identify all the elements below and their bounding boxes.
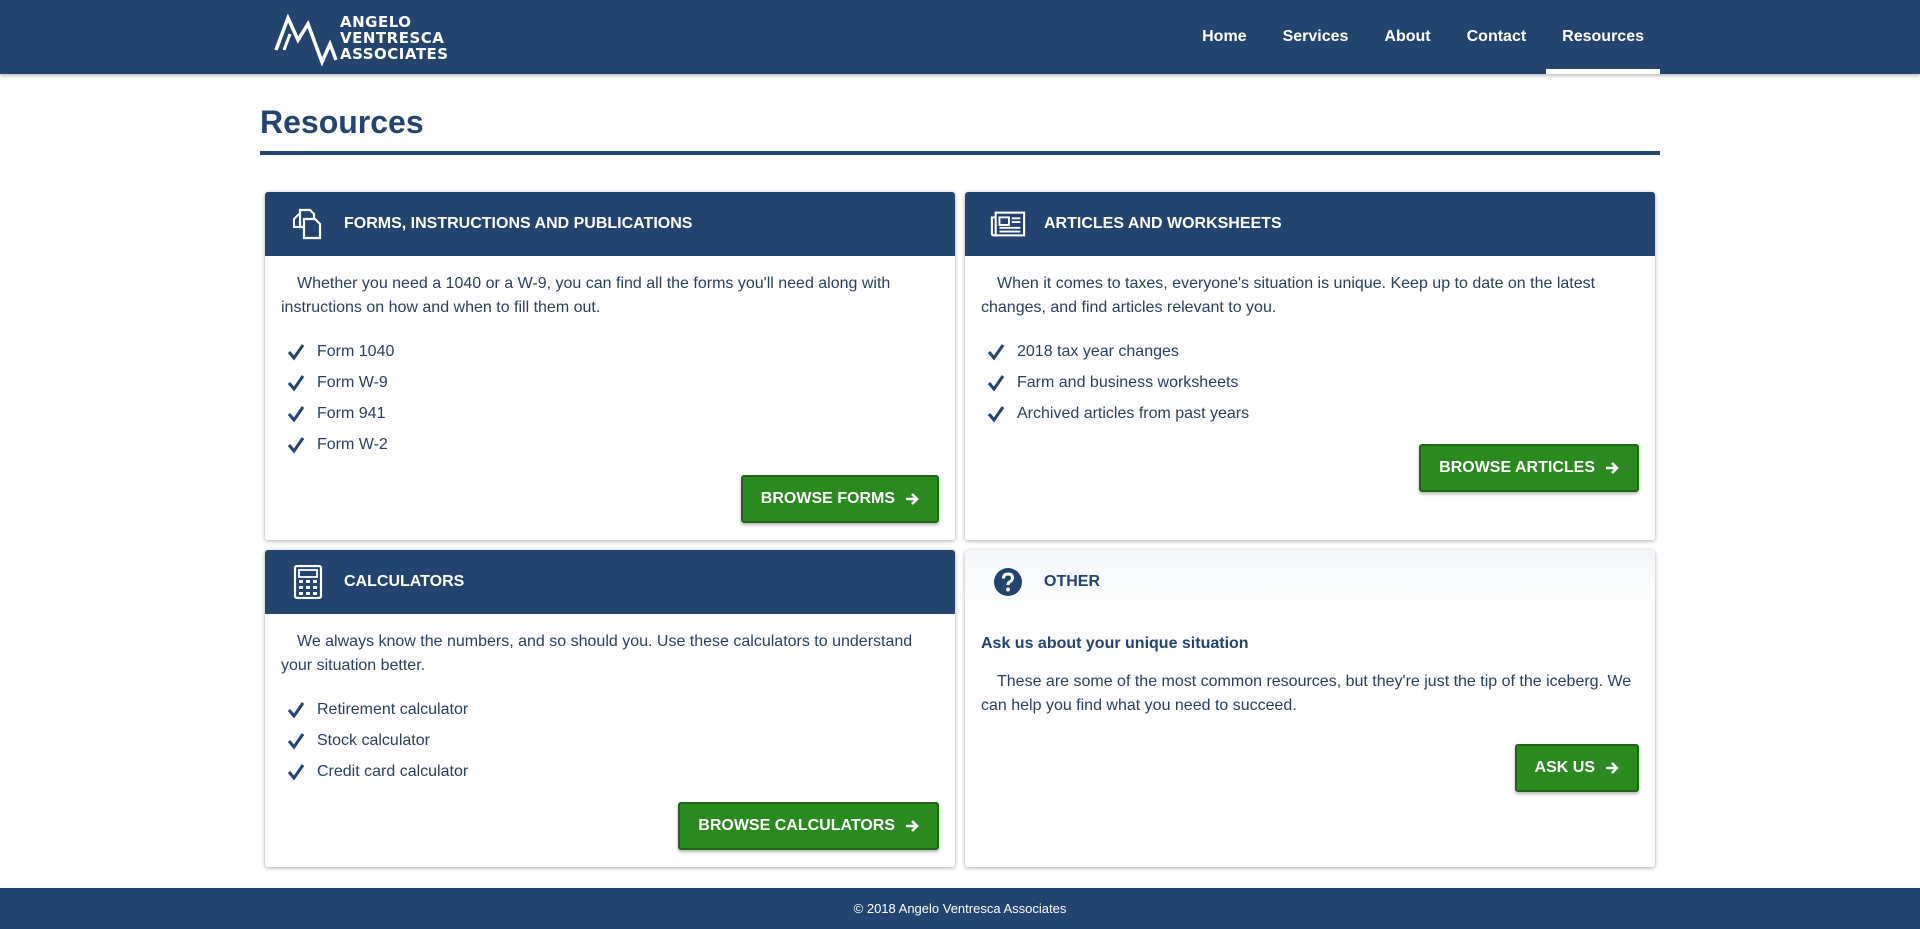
- list-item-label: Farm and business worksheets: [1017, 373, 1239, 391]
- card-other-subtitle: Ask us about your unique situation: [981, 635, 1249, 652]
- check-icon: [287, 374, 305, 391]
- list-item-label: Form 1040: [317, 342, 395, 360]
- card-articles-body: When it comes to taxes, everyone's situa…: [965, 256, 1655, 429]
- card-forms-title: FORMS, INSTRUCTIONS AND PUBLICATIONS: [344, 215, 693, 232]
- ava-mountain-logo-icon: [274, 14, 338, 66]
- card-calculators-body: We always know the numbers, and so shoul…: [265, 614, 955, 787]
- question-circle-icon: [990, 564, 1026, 600]
- card-articles-text: When it comes to taxes, everyone's situa…: [981, 275, 1596, 316]
- brand-logo[interactable]: ANGELO VENTRESCA ASSOCIATES: [274, 14, 449, 66]
- check-icon: [287, 343, 305, 360]
- arrow-right-icon: [1606, 762, 1619, 774]
- articles-list: 2018 tax year changes Farm and business …: [981, 336, 1639, 429]
- list-item[interactable]: Retirement calculator: [281, 694, 939, 725]
- list-item-label: Form 941: [317, 404, 386, 422]
- card-forms: FORMS, INSTRUCTIONS AND PUBLICATIONS Whe…: [265, 192, 955, 540]
- nav-contact[interactable]: Contact: [1451, 0, 1543, 74]
- list-item[interactable]: Form 1040: [281, 336, 939, 367]
- list-item-label: Form W-9: [317, 373, 388, 391]
- card-other: OTHER Ask us about your unique situation…: [965, 550, 1655, 867]
- nav-home[interactable]: Home: [1186, 0, 1262, 74]
- list-item[interactable]: Credit card calculator: [281, 756, 939, 787]
- ask-us-label: ASK US: [1534, 759, 1595, 776]
- list-item[interactable]: Archived articles from past years: [981, 398, 1639, 429]
- list-item[interactable]: 2018 tax year changes: [981, 336, 1639, 367]
- browse-forms-button[interactable]: BROWSE FORMS: [740, 475, 939, 523]
- check-icon: [287, 763, 305, 780]
- list-item-label: Archived articles from past years: [1017, 404, 1250, 422]
- card-articles-header: ARTICLES AND WORKSHEETS: [965, 192, 1655, 256]
- browse-calculators-button[interactable]: BROWSE CALCULATORS: [678, 802, 939, 850]
- ask-us-button[interactable]: ASK US: [1514, 744, 1639, 792]
- browse-articles-label: BROWSE ARTICLES: [1439, 459, 1595, 476]
- brand-line-3: ASSOCIATES: [340, 45, 449, 63]
- arrow-right-icon: [906, 820, 919, 832]
- list-item-label: 2018 tax year changes: [1017, 342, 1179, 360]
- card-forms-body: Whether you need a 1040 or a W-9, you ca…: [265, 256, 955, 460]
- card-calculators-header: CALCULATORS: [265, 550, 955, 614]
- brand-line-2: VENTRESCA: [340, 29, 445, 47]
- arrow-right-icon: [906, 493, 919, 505]
- card-forms-header: FORMS, INSTRUCTIONS AND PUBLICATIONS: [265, 192, 955, 256]
- browse-calculators-label: BROWSE CALCULATORS: [698, 817, 895, 834]
- card-forms-text: Whether you need a 1040 or a W-9, you ca…: [281, 275, 891, 316]
- nav-about[interactable]: About: [1368, 0, 1446, 74]
- check-icon: [287, 732, 305, 749]
- list-item-label: Stock calculator: [317, 731, 430, 749]
- title-divider: [260, 151, 1660, 155]
- arrow-right-icon: [1606, 462, 1619, 474]
- list-item-label: Retirement calculator: [317, 700, 469, 718]
- card-articles-title: ARTICLES AND WORKSHEETS: [1044, 215, 1282, 232]
- card-calculators-title: CALCULATORS: [344, 573, 465, 590]
- footer-copyright: © 2018 Angelo Ventresca Associates: [853, 901, 1067, 916]
- card-other-body: Ask us about your unique situation These…: [965, 614, 1655, 718]
- forms-list: Form 1040 Form W-9 Form 941 Form W-2: [281, 336, 939, 460]
- card-other-title: OTHER: [1044, 573, 1100, 590]
- list-item[interactable]: Farm and business worksheets: [981, 367, 1639, 398]
- check-icon: [287, 436, 305, 453]
- check-icon: [987, 405, 1005, 422]
- list-item[interactable]: Form W-2: [281, 429, 939, 460]
- brand-name: ANGELO VENTRESCA ASSOCIATES: [340, 14, 449, 62]
- list-item-label: Credit card calculator: [317, 762, 469, 780]
- check-icon: [987, 343, 1005, 360]
- list-item[interactable]: Form W-9: [281, 367, 939, 398]
- footer: © 2018 Angelo Ventresca Associates: [0, 888, 1920, 929]
- brand-line-1: ANGELO: [340, 13, 412, 31]
- card-calculators-text: We always know the numbers, and so shoul…: [281, 633, 913, 674]
- card-articles: ARTICLES AND WORKSHEETS When it comes to…: [965, 192, 1655, 540]
- card-other-header: OTHER: [965, 550, 1655, 614]
- list-item-label: Form W-2: [317, 435, 388, 453]
- main-nav: Home Services About Contact Resources: [1182, 0, 1660, 74]
- browse-articles-button[interactable]: BROWSE ARTICLES: [1419, 444, 1639, 492]
- card-calculators: CALCULATORS We always know the numbers, …: [265, 550, 955, 867]
- calculator-icon: [290, 564, 326, 600]
- check-icon: [287, 405, 305, 422]
- documents-icon: [290, 206, 326, 242]
- check-icon: [287, 701, 305, 718]
- top-navbar: ANGELO VENTRESCA ASSOCIATES Home Service…: [0, 0, 1920, 74]
- list-item[interactable]: Stock calculator: [281, 725, 939, 756]
- check-icon: [987, 374, 1005, 391]
- nav-services[interactable]: Services: [1267, 0, 1365, 74]
- page-title: Resources: [260, 104, 424, 140]
- newspaper-icon: [990, 206, 1026, 242]
- calculators-list: Retirement calculator Stock calculator C…: [281, 694, 939, 787]
- card-other-text: These are some of the most common resour…: [981, 673, 1632, 714]
- browse-forms-label: BROWSE FORMS: [760, 490, 895, 507]
- nav-resources[interactable]: Resources: [1546, 0, 1660, 74]
- list-item[interactable]: Form 941: [281, 398, 939, 429]
